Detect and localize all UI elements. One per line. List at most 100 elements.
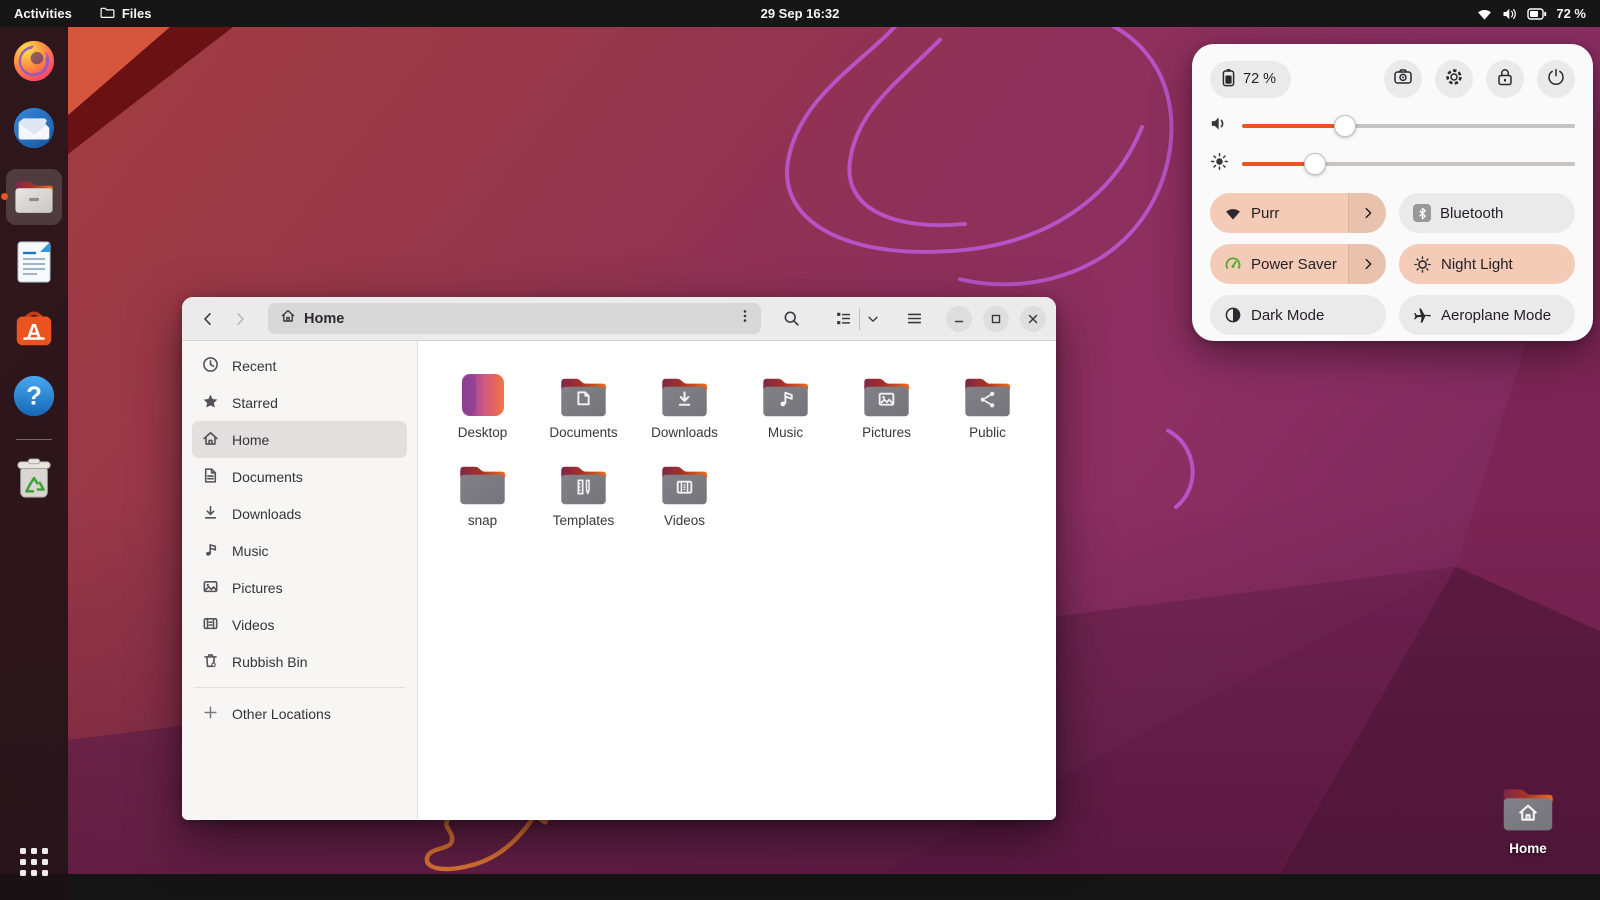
sidebar-item-home[interactable]: Home bbox=[192, 421, 407, 458]
music-icon bbox=[202, 541, 219, 561]
battery-pill[interactable]: 72 % bbox=[1210, 61, 1291, 98]
sidebar-item-documents[interactable]: Documents bbox=[192, 458, 407, 495]
list-view-button[interactable] bbox=[827, 303, 859, 335]
brightness-row bbox=[1210, 151, 1575, 177]
svg-text:A: A bbox=[26, 320, 41, 343]
folder-item-videos[interactable]: Videos bbox=[634, 455, 735, 541]
dock-divider bbox=[16, 439, 52, 440]
firefox-icon bbox=[11, 38, 57, 89]
folder-icon bbox=[960, 371, 1015, 419]
toggle-main[interactable]: Night Light bbox=[1399, 244, 1575, 284]
files-icon bbox=[11, 175, 57, 220]
app-menu-files[interactable]: Files bbox=[86, 0, 166, 27]
battery-icon bbox=[1222, 68, 1235, 91]
wifi-icon bbox=[1224, 206, 1242, 221]
toggle-purr[interactable]: Purr bbox=[1210, 193, 1386, 233]
view-options-chevron[interactable] bbox=[860, 303, 886, 335]
folder-icon bbox=[758, 371, 813, 419]
settings-button[interactable] bbox=[1435, 60, 1473, 98]
toggle-main[interactable]: Bluetooth bbox=[1399, 193, 1575, 233]
toggle-expand-arrow[interactable] bbox=[1348, 193, 1386, 233]
sidebar-item-music[interactable]: Music bbox=[192, 532, 407, 569]
sidebar-item-label: Videos bbox=[232, 617, 275, 633]
close-button[interactable] bbox=[1020, 306, 1046, 332]
show-apps-button[interactable] bbox=[6, 834, 62, 890]
folder-item-documents[interactable]: Documents bbox=[533, 367, 634, 453]
search-button[interactable] bbox=[775, 303, 807, 335]
sidebar-item-other-locations[interactable]: Other Locations bbox=[192, 695, 407, 732]
location-menu-kebab-icon[interactable] bbox=[737, 308, 753, 329]
folder-item-templates[interactable]: Templates bbox=[533, 455, 634, 541]
brightness-slider[interactable] bbox=[1242, 153, 1575, 175]
toggle-night-light[interactable]: Night Light bbox=[1399, 244, 1575, 284]
plus-icon bbox=[202, 704, 219, 724]
desktop-icon-home[interactable]: Home bbox=[1484, 781, 1572, 856]
dock-item-ubuntu-software[interactable]: A bbox=[6, 303, 62, 359]
desktop-icon bbox=[459, 371, 507, 419]
folder-label: Public bbox=[969, 425, 1006, 440]
toggle-power-saver[interactable]: Power Saver bbox=[1210, 244, 1386, 284]
volume-slider[interactable] bbox=[1242, 115, 1575, 137]
toggle-main[interactable]: Power Saver bbox=[1210, 244, 1348, 284]
volume-icon bbox=[1502, 7, 1518, 21]
sidebar-item-videos[interactable]: Videos bbox=[192, 606, 407, 643]
address-bar[interactable]: Home bbox=[268, 303, 761, 334]
sidebar-item-downloads[interactable]: Downloads bbox=[192, 495, 407, 532]
clock[interactable]: 29 Sep 16:32 bbox=[747, 0, 854, 27]
dock-item-libreoffice-writer[interactable] bbox=[6, 236, 62, 292]
libreoffice-writer-icon bbox=[14, 239, 54, 290]
folder-item-pictures[interactable]: Pictures bbox=[836, 367, 937, 453]
toggle-main[interactable]: Dark Mode bbox=[1210, 295, 1386, 335]
sidebar-item-label: Downloads bbox=[232, 506, 301, 522]
toggle-dark-mode[interactable]: Dark Mode bbox=[1210, 295, 1386, 335]
folder-item-desktop[interactable]: Desktop bbox=[432, 367, 533, 453]
minimize-button[interactable] bbox=[946, 306, 972, 332]
document-icon bbox=[202, 467, 219, 487]
toggle-aeroplane-mode[interactable]: Aeroplane Mode bbox=[1399, 295, 1575, 335]
toggle-bluetooth[interactable]: Bluetooth bbox=[1399, 193, 1575, 233]
sidebar-item-recent[interactable]: Recent bbox=[192, 347, 407, 384]
folder-item-public[interactable]: Public bbox=[937, 367, 1038, 453]
files-window: Home RecentStarredHomeDocumentsDownloads… bbox=[182, 297, 1056, 820]
maximize-button[interactable] bbox=[983, 306, 1009, 332]
sidebar-item-starred[interactable]: Starred bbox=[192, 384, 407, 421]
help-icon: ? bbox=[11, 373, 57, 424]
home-folder-icon bbox=[1498, 781, 1558, 838]
toggle-main[interactable]: Aeroplane Mode bbox=[1399, 295, 1575, 335]
dock-item-firefox[interactable] bbox=[6, 35, 62, 91]
folder-label: Videos bbox=[664, 513, 705, 528]
quick-settings-buttons bbox=[1384, 60, 1575, 98]
folder-item-downloads[interactable]: Downloads bbox=[634, 367, 735, 453]
dark-mode-icon bbox=[1224, 306, 1242, 324]
back-button[interactable] bbox=[192, 303, 224, 335]
battery-percent-label: 72 % bbox=[1556, 6, 1586, 21]
sidebar-item-label: Documents bbox=[232, 469, 303, 485]
sidebar-item-pictures[interactable]: Pictures bbox=[192, 569, 407, 606]
lock-screen-button[interactable] bbox=[1486, 60, 1524, 98]
svg-text:?: ? bbox=[26, 382, 42, 410]
folder-item-snap[interactable]: snap bbox=[432, 455, 533, 541]
forward-button[interactable] bbox=[224, 303, 256, 335]
folder-item-music[interactable]: Music bbox=[735, 367, 836, 453]
toggle-main[interactable]: Purr bbox=[1210, 193, 1348, 233]
volume-row bbox=[1210, 113, 1575, 139]
screenshot-button[interactable] bbox=[1384, 60, 1422, 98]
volume-slider-knob[interactable] bbox=[1334, 115, 1356, 137]
app-menu-label: Files bbox=[122, 6, 152, 21]
activities-button[interactable]: Activities bbox=[0, 0, 86, 27]
toggle-expand-arrow[interactable] bbox=[1348, 244, 1386, 284]
rubbish-bin-icon bbox=[13, 457, 55, 506]
app-grid-icon bbox=[20, 848, 48, 876]
sidebar-item-rubbish-bin[interactable]: Rubbish Bin bbox=[192, 643, 407, 680]
dock-item-help[interactable]: ? bbox=[6, 370, 62, 426]
folder-icon bbox=[657, 459, 712, 507]
power-button[interactable] bbox=[1537, 60, 1575, 98]
system-indicators[interactable]: 72 % bbox=[1462, 0, 1600, 27]
sidebar-item-label: Pictures bbox=[232, 580, 283, 596]
dock-item-rubbish-bin[interactable] bbox=[6, 453, 62, 509]
hamburger-menu-button[interactable] bbox=[898, 303, 930, 335]
sidebar-item-label: Starred bbox=[232, 395, 278, 411]
brightness-slider-knob[interactable] bbox=[1304, 153, 1326, 175]
dock-item-files[interactable] bbox=[6, 169, 62, 225]
dock-item-thunderbird[interactable] bbox=[6, 102, 62, 158]
